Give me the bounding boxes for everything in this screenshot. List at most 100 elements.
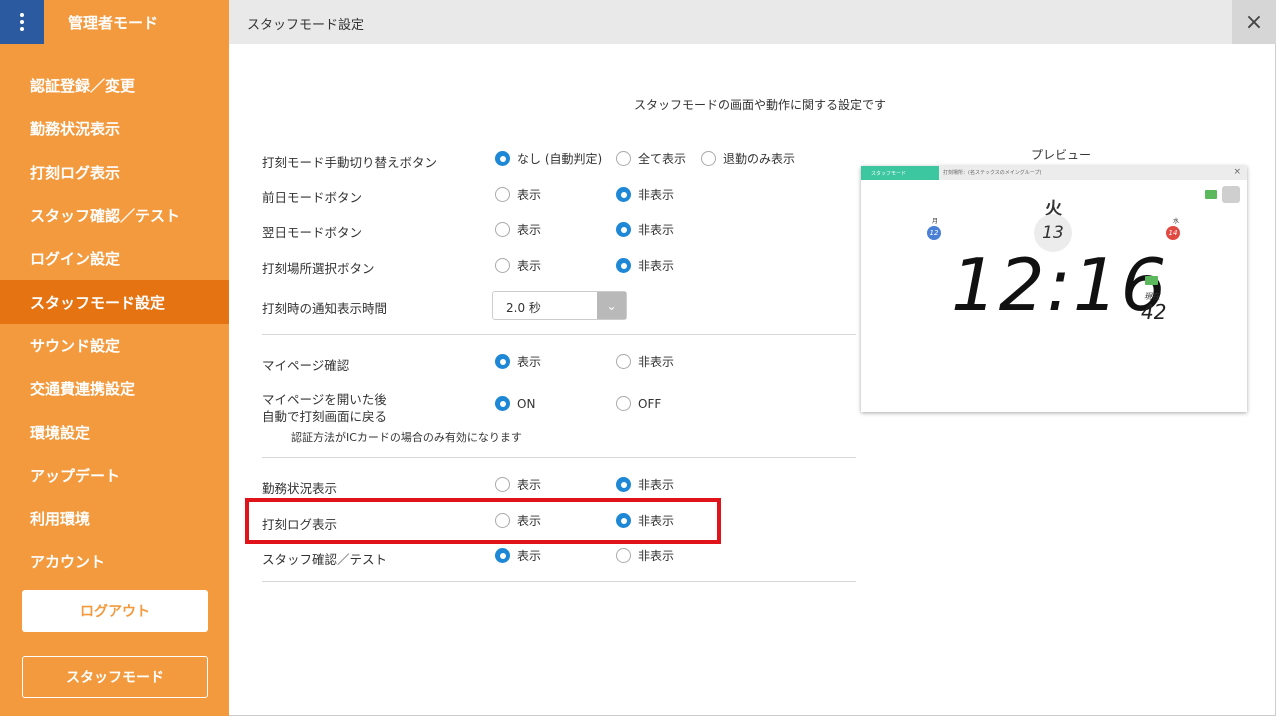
radio-label: 表示	[517, 478, 542, 492]
radio-dot	[616, 513, 631, 528]
menu-button[interactable]	[0, 0, 44, 44]
staff-mode-button[interactable]: スタッフモード	[22, 656, 208, 698]
setting-label-punch-toggle: 打刻モード手動切り替えボタン	[262, 155, 438, 170]
radio-label: 非表示	[638, 514, 675, 528]
radio-work-status-show[interactable]: 表示	[495, 476, 541, 493]
setting-label-next-day: 翌日モードボタン	[262, 225, 363, 240]
preview-close-icon: ×	[1233, 167, 1241, 177]
radio-dot	[495, 548, 510, 563]
preview-prev-date: 12	[927, 226, 941, 240]
radio-label: 非表示	[638, 223, 675, 237]
setting-label-staff-confirm: スタッフ確認／テスト	[262, 552, 388, 567]
radio-dot	[616, 222, 631, 237]
card-icon	[1145, 276, 1158, 285]
sidebar-item-update[interactable]: アップデート	[0, 454, 229, 497]
radio-dot	[495, 187, 510, 202]
preview-info: 打刻場所：(名ステックスのメイングループ)	[943, 170, 1042, 176]
setting-label-notify-time: 打刻時の通知表示時間	[262, 301, 388, 316]
radio-label: 表示	[517, 355, 542, 369]
preview-prev-day: 月	[932, 218, 939, 225]
radio-dot	[495, 513, 510, 528]
radio-dot	[495, 222, 510, 237]
preview-time: 12:16	[951, 243, 1169, 327]
radio-staff-confirm-hide[interactable]: 非表示	[616, 547, 674, 564]
radio-dot	[495, 396, 510, 411]
radio-dot	[495, 151, 510, 166]
close-button[interactable]: ×	[1232, 0, 1276, 44]
sidebar-item-account[interactable]: アカウント	[0, 540, 229, 583]
radio-place-select-hide[interactable]: 非表示	[616, 257, 674, 274]
radio-label: 非表示	[638, 355, 675, 369]
radio-dot	[495, 258, 510, 273]
radio-prev-day-show[interactable]: 表示	[495, 186, 541, 203]
sidebar: 管理者モード 認証登録／変更 勤務状況表示 打刻ログ表示 スタッフ確認／テスト …	[0, 0, 229, 716]
radio-punch-toggle-all[interactable]: 全て表示	[616, 150, 686, 167]
radio-staff-confirm-show[interactable]: 表示	[495, 547, 541, 564]
radio-dot	[616, 548, 631, 563]
sidebar-title: 管理者モード	[68, 14, 159, 32]
preview-tab: スタッフモード	[861, 166, 939, 180]
radio-label: 表示	[517, 188, 542, 202]
sidebar-nav: 認証登録／変更 勤務状況表示 打刻ログ表示 スタッフ確認／テスト ログイン設定 …	[0, 64, 229, 584]
radio-next-day-show[interactable]: 表示	[495, 221, 541, 238]
radio-punch-toggle-leave-only[interactable]: 退勤のみ表示	[701, 150, 795, 167]
sidebar-item-staff-mode-settings[interactable]: スタッフモード設定	[0, 280, 229, 324]
divider	[262, 334, 856, 335]
preview-panel: スタッフモード 打刻場所：(名ステックスのメイングループ) × 火 13 月 1…	[861, 166, 1247, 412]
page-title: スタッフモード設定	[247, 18, 365, 33]
preview-label: プレビュー	[1031, 148, 1092, 162]
preview-titlebar: スタッフモード 打刻場所：(名ステックスのメイングループ) ×	[861, 166, 1247, 180]
sidebar-item-sound-settings[interactable]: サウンド設定	[0, 324, 229, 367]
radio-prev-day-hide[interactable]: 非表示	[616, 186, 674, 203]
setting-label-place-select: 打刻場所選択ボタン	[262, 261, 375, 276]
preview-next-day: 水	[1173, 218, 1180, 225]
close-icon: ×	[1244, 9, 1264, 35]
sidebar-item-login-settings[interactable]: ログイン設定	[0, 237, 229, 280]
notify-time-select[interactable]: 2.0 秒 ⌄	[492, 291, 627, 320]
main-panel: スタッフモードの画面や動作に関する設定です 打刻モード手動切り替えボタン なし …	[229, 44, 1276, 716]
more-vertical-icon	[20, 13, 24, 31]
divider	[262, 581, 856, 582]
setting-label-mypage-return-2: 自動で打刻画面に戻る	[262, 409, 388, 424]
sidebar-item-punch-log[interactable]: 打刻ログ表示	[0, 151, 229, 194]
radio-label: 表示	[517, 223, 542, 237]
radio-place-select-show[interactable]: 表示	[495, 257, 541, 274]
radio-label: ON	[517, 396, 536, 411]
divider	[262, 457, 856, 458]
setting-label-punch-log: 打刻ログ表示	[262, 517, 338, 532]
sidebar-item-auth-register[interactable]: 認証登録／変更	[0, 64, 229, 107]
radio-punch-toggle-none[interactable]: なし (自動判定)	[495, 150, 602, 167]
sidebar-item-usage-environment[interactable]: 利用環境	[0, 497, 229, 540]
radio-work-status-hide[interactable]: 非表示	[616, 476, 674, 493]
sidebar-item-staff-confirm[interactable]: スタッフ確認／テスト	[0, 194, 229, 237]
radio-mypage-confirm-hide[interactable]: 非表示	[616, 353, 674, 370]
setting-label-mypage-confirm: マイページ確認	[262, 358, 350, 373]
settings-icon	[1222, 186, 1240, 203]
logout-button[interactable]: ログアウト	[22, 590, 208, 632]
sidebar-item-work-status[interactable]: 勤務状況表示	[0, 107, 229, 150]
sidebar-item-environment-settings[interactable]: 環境設定	[0, 410, 229, 453]
radio-punch-log-show[interactable]: 表示	[495, 512, 541, 529]
radio-label: 退勤のみ表示	[723, 152, 796, 166]
setting-label-work-status: 勤務状況表示	[262, 481, 338, 496]
radio-punch-log-hide[interactable]: 非表示	[616, 512, 674, 529]
radio-mypage-confirm-show[interactable]: 表示	[495, 353, 541, 370]
radio-dot	[616, 151, 631, 166]
radio-label: 全て表示	[638, 152, 687, 166]
preview-next-date: 14	[1166, 226, 1180, 240]
radio-dot	[616, 354, 631, 369]
radio-next-day-hide[interactable]: 非表示	[616, 221, 674, 238]
select-value: 2.0 秒	[506, 301, 541, 315]
page-description: スタッフモードの画面や動作に関する設定です	[634, 98, 887, 112]
ic-card-note: 認証方法がICカードの場合のみ有効になります	[291, 431, 522, 444]
sidebar-item-transport-settings[interactable]: 交通費連携設定	[0, 367, 229, 410]
radio-dot	[616, 477, 631, 492]
card-icon	[1205, 190, 1217, 199]
preview-seconds: 42	[1141, 300, 1167, 324]
radio-label: 表示	[517, 259, 542, 273]
top-bar: スタッフモード設定 ×	[229, 0, 1276, 44]
radio-mypage-return-on[interactable]: ON	[495, 396, 535, 411]
radio-label: なし (自動判定)	[517, 152, 603, 166]
radio-dot	[701, 151, 716, 166]
radio-mypage-return-off[interactable]: OFF	[616, 396, 661, 411]
